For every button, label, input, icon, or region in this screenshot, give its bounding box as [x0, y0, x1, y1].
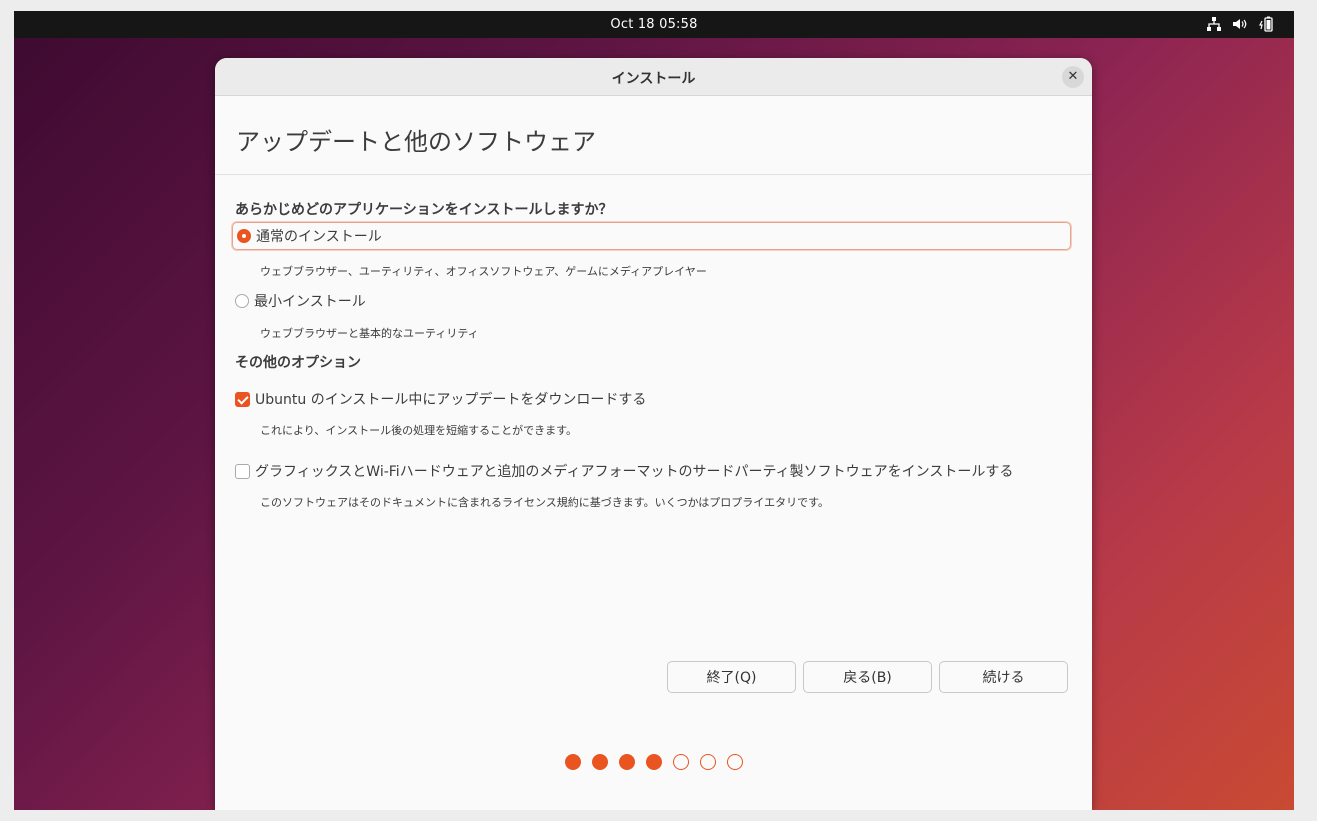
normal-install-radio[interactable]: 通常のインストール [232, 222, 1071, 250]
step-dot [700, 754, 716, 770]
clock[interactable]: Oct 18 05:58 [14, 17, 1294, 32]
button-bar: 終了(Q) 戻る(B) 続ける [667, 661, 1068, 693]
step-dot [592, 754, 608, 770]
normal-install-description: ウェブブラウザー、ユーティリティ、オフィスソフトウェア、ゲームにメディアプレイヤ… [260, 265, 707, 278]
download-updates-description: これにより、インストール後の処理を短縮することができます。 [260, 424, 578, 437]
minimal-install-description: ウェブブラウザーと基本的なユーティリティ [260, 327, 479, 340]
minimal-install-radio[interactable]: 最小インストール [235, 291, 1072, 311]
download-updates-label[interactable]: Ubuntu のインストール中にアップデートをダウンロードする [255, 389, 646, 409]
step-dot [673, 754, 689, 770]
volume-icon[interactable] [1232, 17, 1248, 31]
step-dot [619, 754, 635, 770]
other-options-title: その他のオプション [235, 355, 361, 371]
radio-unselected-icon[interactable] [235, 294, 249, 308]
back-button[interactable]: 戻る(B) [803, 661, 932, 693]
system-tray[interactable] [1206, 16, 1274, 32]
page-title: アップデートと他のソフトウェア [215, 96, 1092, 175]
title-bar: インストール ✕ [215, 58, 1092, 96]
quit-button[interactable]: 終了(Q) [667, 661, 796, 693]
continue-button[interactable]: 続ける [939, 661, 1068, 693]
third-party-description: このソフトウェアはそのドキュメントに含まれるライセンス規約に基づきます。いくつか… [260, 496, 830, 509]
step-dot [646, 754, 662, 770]
radio-selected-icon[interactable] [237, 229, 251, 243]
window-title: インストール [611, 71, 696, 87]
network-icon[interactable] [1206, 17, 1222, 31]
download-updates-checkbox[interactable]: Ubuntu のインストール中にアップデートをダウンロードする [235, 389, 1072, 409]
battery-icon[interactable] [1258, 16, 1274, 32]
third-party-label[interactable]: グラフィックスとWi-Fiハードウェアと追加のメディアフォーマットのサードパーテ… [255, 461, 1013, 481]
checkbox-checked-icon[interactable] [235, 391, 250, 407]
third-party-checkbox[interactable]: グラフィックスとWi-Fiハードウェアと追加のメディアフォーマットのサードパーテ… [235, 461, 1072, 481]
normal-install-label[interactable]: 通常のインストール [256, 226, 382, 246]
install-type-question: あらかじめどのアプリケーションをインストールしますか？ [235, 202, 613, 218]
step-dot [727, 754, 743, 770]
top-bar: Oct 18 05:58 [14, 11, 1294, 38]
checkbox-unchecked-icon[interactable] [235, 463, 250, 479]
close-button[interactable]: ✕ [1062, 66, 1084, 88]
main-content: あらかじめどのアプリケーションをインストールしますか？ 通常のインストール ウェ… [215, 199, 1092, 510]
step-dot [565, 754, 581, 770]
installer-window: インストール ✕ アップデートと他のソフトウェア あらかじめどのアプリケーション… [215, 58, 1092, 810]
step-indicator [565, 754, 743, 770]
desktop: Oct 18 05:58 インストール ✕ アップデートと他のソフトウェア あら… [14, 11, 1294, 810]
minimal-install-label[interactable]: 最小インストール [254, 291, 366, 311]
